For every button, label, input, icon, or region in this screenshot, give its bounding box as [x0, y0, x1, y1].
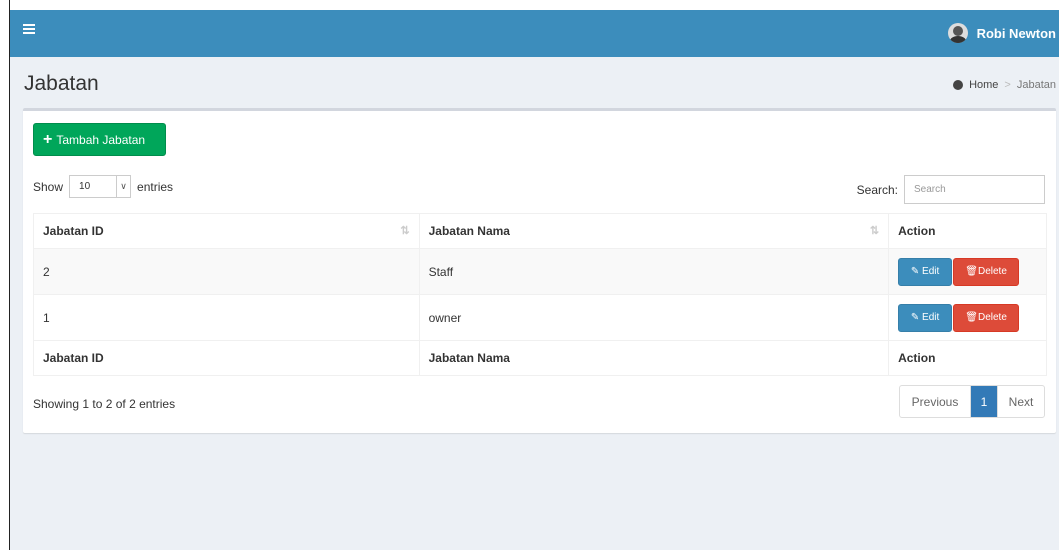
- pagination: Previous 1 Next: [899, 385, 1045, 418]
- breadcrumb-separator: >: [1004, 79, 1011, 91]
- table-row: 2 Staff ✎ Edit 🗑Delete: [33, 248, 1047, 295]
- user-menu[interactable]: Robi Newton: [947, 23, 1056, 43]
- breadcrumb: Home > Jabatan: [953, 79, 1056, 91]
- length-prefix: Show: [33, 179, 64, 194]
- edit-button[interactable]: ✎ Edit: [898, 303, 953, 332]
- page-title: Jabatan: [24, 72, 99, 95]
- plus-icon: +: [43, 130, 53, 148]
- breadcrumb-current: Jabatan: [1016, 79, 1056, 91]
- search-input[interactable]: Search: [904, 175, 1045, 204]
- cell-jabatan-nama: owner: [418, 294, 890, 341]
- delete-button[interactable]: 🗑Delete: [953, 257, 1020, 286]
- add-jabatan-button[interactable]: + Tambah Jabatan: [33, 123, 166, 156]
- edit-button[interactable]: ✎ Edit: [898, 257, 953, 286]
- cell-action: ✎ Edit 🗑Delete: [888, 248, 1047, 295]
- search-control: Search: Search: [857, 175, 1045, 204]
- entries-value: 10: [79, 181, 91, 192]
- chevron-down-icon: ∨: [116, 176, 130, 197]
- cell-jabatan-id: 2: [33, 248, 420, 295]
- next-button[interactable]: Next: [997, 386, 1044, 417]
- footer-jabatan-id: Jabatan ID: [33, 340, 420, 376]
- add-jabatan-label: Tambah Jabatan: [56, 132, 146, 147]
- cell-action: ✎ Edit 🗑Delete: [888, 294, 1047, 341]
- left-border: [0, 0, 10, 550]
- length-control: Show 10 ∨ entries: [33, 175, 173, 198]
- column-label: Jabatan ID: [43, 224, 104, 238]
- footer-jabatan-nama: Jabatan Nama: [418, 340, 890, 376]
- jabatan-table: Jabatan ID ⇅ Jabatan Nama ⇅ Action 2 Staff…: [33, 213, 1047, 376]
- top-strip: [10, 0, 1059, 10]
- column-header-action: Action: [888, 213, 1047, 249]
- main-header: Robi Newton: [10, 10, 1059, 57]
- user-name: Robi Newton: [976, 25, 1056, 41]
- page-button[interactable]: 1: [971, 386, 997, 417]
- cell-jabatan-nama: Staff: [418, 248, 890, 295]
- delete-label: Delete: [977, 265, 1007, 277]
- entries-select[interactable]: 10 ∨: [69, 175, 132, 198]
- sort-icon: ⇅: [869, 225, 880, 237]
- column-header-jabatan-id[interactable]: Jabatan ID ⇅: [33, 213, 420, 249]
- breadcrumb-home[interactable]: Home: [969, 79, 998, 91]
- edit-label: Edit: [922, 311, 940, 323]
- cell-jabatan-id: 1: [33, 294, 420, 341]
- footer-action: Action: [888, 340, 1047, 376]
- table-info: Showing 1 to 2 of 2 entries: [33, 397, 176, 411]
- delete-label: Delete: [977, 311, 1007, 323]
- delete-button[interactable]: 🗑Delete: [953, 303, 1020, 332]
- previous-button[interactable]: Previous: [900, 386, 971, 417]
- sort-icon: ⇅: [400, 225, 410, 237]
- menu-toggle-icon[interactable]: [23, 24, 35, 36]
- length-suffix: entries: [137, 179, 174, 194]
- content-box: + Tambah Jabatan Show 10 ∨ entries Searc…: [23, 108, 1056, 433]
- avatar: [947, 23, 968, 43]
- edit-label: Edit: [922, 265, 940, 277]
- table-row: 1 owner ✎ Edit 🗑Delete: [33, 294, 1047, 341]
- search-label: Search:: [856, 182, 898, 197]
- column-header-jabatan-nama[interactable]: Jabatan Nama ⇅: [418, 213, 890, 249]
- dashboard-icon: [953, 80, 964, 90]
- column-label: Jabatan Nama: [428, 224, 510, 238]
